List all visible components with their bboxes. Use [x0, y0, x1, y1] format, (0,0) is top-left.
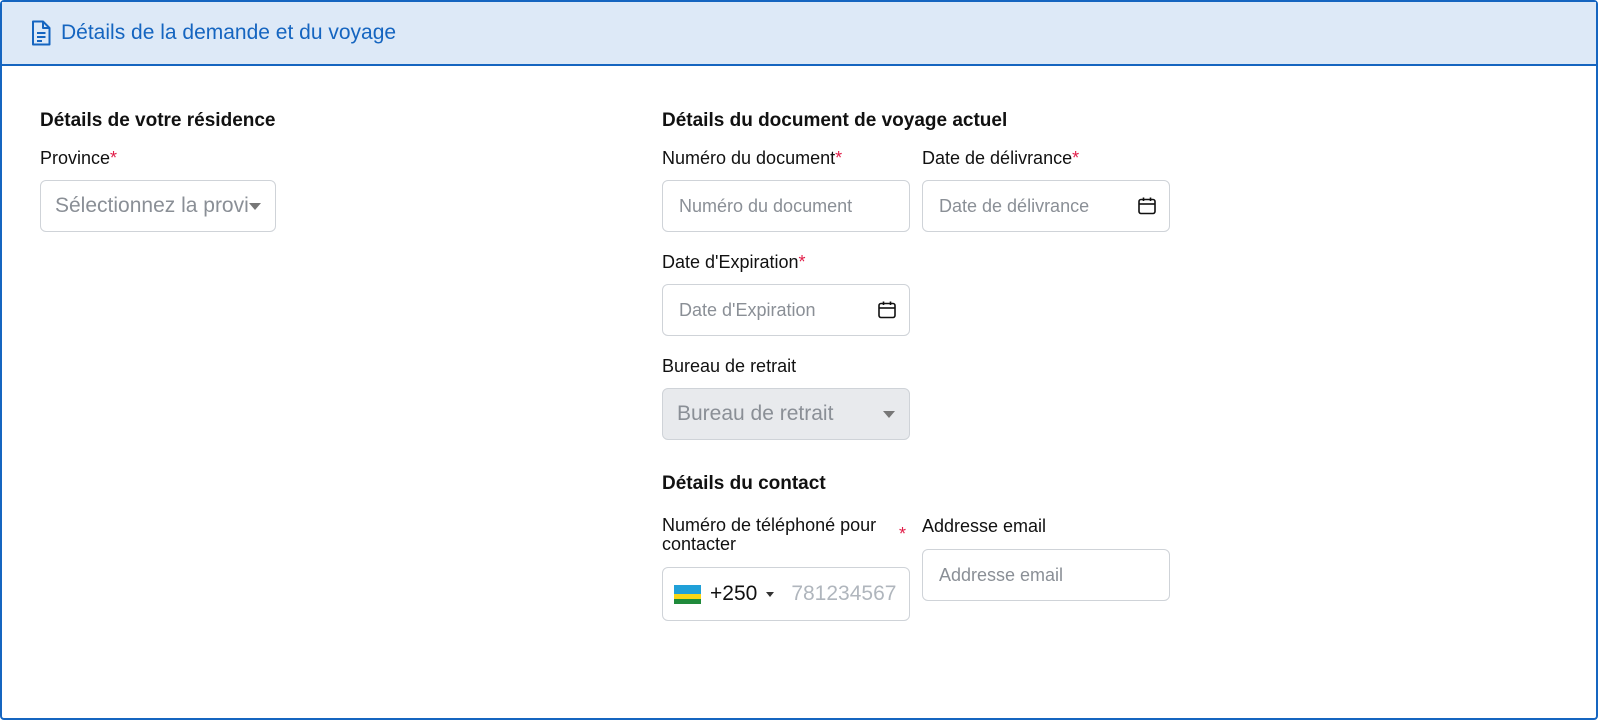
request-travel-card: Détails de la demande et du voyage Détai… [0, 0, 1598, 720]
chevron-down-icon [249, 202, 261, 210]
phone-label: Numéro de téléphoné pour contacter [662, 515, 877, 554]
province-label: Province* [40, 148, 118, 168]
card-title: Détails de la demande et du voyage [61, 21, 397, 44]
document-number-input[interactable]: Numéro du document [662, 180, 910, 232]
pickup-office-select[interactable]: Bureau de retrait [662, 388, 910, 440]
required-marker: * [899, 524, 907, 544]
required-marker: * [835, 148, 843, 168]
pickup-office-placeholder: Bureau de retrait [677, 402, 834, 425]
required-marker: * [798, 252, 806, 272]
phone-number-placeholder: 781234567 [791, 582, 897, 605]
chevron-down-icon [883, 410, 895, 418]
pickup-office-label: Bureau de retrait [662, 356, 797, 376]
phone-input[interactable]: +250 781234567 [662, 567, 910, 621]
province-placeholder: Sélectionnez la provi [55, 194, 249, 217]
document-icon [30, 20, 52, 46]
contact-section-title: Détails du contact [662, 473, 826, 494]
required-marker: * [110, 148, 118, 168]
required-marker: * [1072, 148, 1080, 168]
document-number-placeholder: Numéro du document [679, 195, 853, 216]
document-number-label: Numéro du document* [662, 148, 843, 168]
expiry-date-placeholder: Date d'Expiration [679, 299, 816, 320]
card-header: Détails de la demande et du voyage [2, 2, 1596, 66]
rwanda-flag-icon[interactable] [674, 584, 701, 604]
travel-document-section-title: Détails du document de voyage actuel [662, 110, 1008, 131]
expiry-date-input[interactable]: Date d'Expiration [662, 284, 910, 336]
caret-down-icon[interactable] [766, 591, 775, 597]
residence-section-title: Détails de votre résidence [40, 110, 276, 131]
issue-date-input[interactable]: Date de délivrance [922, 180, 1170, 232]
issue-date-label: Date de délivrance* [922, 148, 1080, 168]
email-placeholder: Addresse email [939, 564, 1064, 585]
calendar-icon[interactable] [877, 300, 897, 320]
calendar-icon[interactable] [1137, 196, 1157, 216]
country-code[interactable]: +250 [710, 582, 757, 606]
email-input[interactable]: Addresse email [922, 549, 1170, 601]
expiry-date-label: Date d'Expiration* [662, 252, 806, 272]
province-select[interactable]: Sélectionnez la provi [40, 180, 276, 232]
email-label: Addresse email [922, 516, 1047, 536]
issue-date-placeholder: Date de délivrance [939, 195, 1090, 216]
